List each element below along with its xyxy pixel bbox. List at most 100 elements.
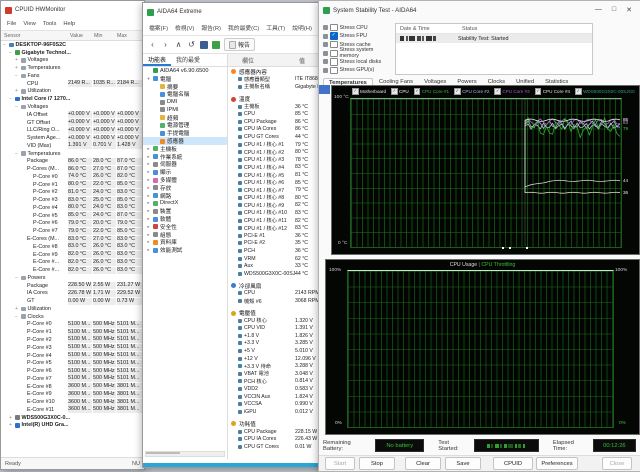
tree-item-devices[interactable]: ▸裝置 bbox=[143, 207, 227, 215]
menu-item[interactable]: 說明(H) bbox=[292, 23, 312, 32]
menu-item[interactable]: 我的最愛(C) bbox=[228, 23, 259, 32]
stress-option[interactable]: Stress system memory bbox=[323, 50, 393, 57]
sensor-row[interactable]: P-Core #35100 M...500 MHz5101 M... bbox=[1, 344, 144, 352]
tree-item-storage[interactable]: ▸存放 bbox=[143, 184, 227, 192]
col-date-time[interactable]: Date & Time bbox=[396, 26, 462, 32]
tree-node[interactable]: −Temperatures bbox=[1, 150, 144, 158]
sensor-row[interactable]: E-Core #...82.0 °C26.0 °C83.0 °C bbox=[1, 266, 144, 274]
tree-node[interactable]: −Gigabyte Technol... bbox=[1, 49, 144, 57]
tree-item-sensor[interactable]: 感應器 bbox=[143, 137, 227, 145]
col-sensor[interactable]: Sensor bbox=[1, 33, 70, 39]
tab-favorites[interactable]: 我的最愛 bbox=[171, 54, 205, 66]
clear-button[interactable]: Clear bbox=[405, 457, 441, 470]
tree-item-motherboard[interactable]: ▸主機板 bbox=[143, 145, 227, 153]
sensor-row[interactable]: E-Core #103600 M...500 MHz3801 M... bbox=[1, 398, 144, 406]
tree-item-operating-system[interactable]: ▸作業系統 bbox=[143, 153, 227, 161]
tree-item-directx[interactable]: ▸DirectX bbox=[143, 200, 227, 208]
stop-button[interactable]: Stop bbox=[359, 457, 395, 470]
col-min[interactable]: Min bbox=[94, 33, 117, 39]
sensor-row[interactable]: P-Core #074.0 °C26.0 °C82.0 °C bbox=[1, 173, 144, 181]
log-row[interactable]: Stability Test: Started bbox=[396, 34, 592, 43]
sensor-row[interactable]: P-Core #65100 M...500 MHz5101 M... bbox=[1, 367, 144, 375]
expand-icon[interactable]: − bbox=[14, 314, 19, 320]
col-max[interactable]: Max bbox=[117, 33, 144, 39]
sensor-row[interactable]: P-Core #45100 M...500 MHz5101 M... bbox=[1, 352, 144, 360]
sensor-row[interactable]: E-Core #83600 M...500 MHz3801 M... bbox=[1, 383, 144, 391]
chart-icon[interactable] bbox=[212, 41, 220, 49]
col-value[interactable]: Value bbox=[70, 33, 94, 39]
menu-item-tools[interactable]: Tools bbox=[43, 21, 57, 27]
up-icon[interactable]: ∧ bbox=[174, 40, 183, 49]
tree-item-network[interactable]: ▸網路 bbox=[143, 192, 227, 200]
tree-node[interactable]: −DESKTOP-96F0S2C bbox=[1, 41, 144, 49]
sensor-row[interactable]: P-Core #05100 M...500 MHz5101 M... bbox=[1, 321, 144, 329]
sensor-row[interactable]: P-Core #383.0 °C25.0 °C85.0 °C bbox=[1, 196, 144, 204]
menu-item[interactable]: 工具(T) bbox=[266, 23, 285, 32]
menu-item-file[interactable]: File bbox=[7, 21, 16, 27]
expand-icon[interactable]: − bbox=[8, 96, 13, 102]
sensor-row[interactable]: P-Core #55100 M...500 MHz5101 M... bbox=[1, 359, 144, 367]
sensor-row[interactable]: P-Core #480.0 °C24.0 °C83.0 °C bbox=[1, 204, 144, 212]
menu-item-help[interactable]: Help bbox=[63, 21, 75, 27]
sensor-row[interactable]: E-Core #93600 M...500 MHz3801 M... bbox=[1, 390, 144, 398]
menu-item[interactable]: 檔案(F) bbox=[149, 23, 168, 32]
field-column-header[interactable]: 欄位 bbox=[228, 56, 299, 65]
hwmonitor-titlebar[interactable]: CPUID HWMonitor bbox=[1, 1, 144, 19]
expand-icon[interactable]: + bbox=[8, 415, 13, 421]
tree-item-database[interactable]: ▸資料庫 bbox=[143, 239, 227, 247]
tree-node[interactable]: −Powers bbox=[1, 274, 144, 282]
save-button[interactable]: Save bbox=[445, 457, 481, 470]
back-icon[interactable]: ‹ bbox=[148, 40, 157, 49]
sensor-row[interactable]: LLC/Ring O...+0.000 V+0.000 V+0.000 V bbox=[1, 126, 144, 134]
checkbox-unchecked[interactable] bbox=[330, 41, 338, 49]
sensor-row[interactable]: Package228.50 W2.55 W231.27 W bbox=[1, 282, 144, 290]
tree-item-multimedia[interactable]: ▸多媒體 bbox=[143, 176, 227, 184]
sensor-row[interactable]: IA Offset+0.000 V+0.000 V+0.000 V bbox=[1, 111, 144, 119]
sensor-row[interactable]: E-Cores (M...83.0 °C27.0 °C83.0 °C bbox=[1, 235, 144, 243]
expand-icon[interactable]: − bbox=[2, 42, 7, 48]
expand-icon[interactable]: − bbox=[14, 275, 19, 281]
sensor-row[interactable]: System Age...+0.000 V+0.000 V+0.000 V bbox=[1, 134, 144, 142]
preferences-button[interactable]: Preferences bbox=[536, 457, 578, 470]
tree-item-aida-logo[interactable]: AIDA64 v6.90.6500 bbox=[143, 67, 227, 75]
tree-item-computer[interactable]: ▾電腦 bbox=[143, 75, 227, 83]
expand-icon[interactable]: − bbox=[8, 50, 13, 56]
stress-option[interactable]: Stress CPU bbox=[323, 24, 393, 31]
stress-option[interactable]: Stress local disks bbox=[323, 58, 393, 65]
minimize-button[interactable]: — bbox=[595, 6, 602, 14]
tree-item-benchmark[interactable]: ▸效能測試 bbox=[143, 246, 227, 254]
expand-icon[interactable]: + bbox=[14, 306, 19, 312]
close-button[interactable]: ✕ bbox=[626, 6, 632, 14]
expand-icon[interactable]: + bbox=[14, 65, 19, 71]
tree-item-power-management[interactable]: 電源管理 bbox=[143, 122, 227, 130]
expand-icon[interactable]: − bbox=[14, 104, 19, 110]
tree-item-config[interactable]: ▸組態 bbox=[143, 231, 227, 239]
sensor-row[interactable]: P-Cores (M...86.0 °C27.0 °C87.0 °C bbox=[1, 165, 144, 173]
tree-node[interactable]: +Utilization bbox=[1, 305, 144, 313]
sensor-row[interactable]: P-Core #75100 M...500 MHz5101 M... bbox=[1, 375, 144, 383]
refresh-icon[interactable]: ↺ bbox=[187, 40, 196, 49]
tree-item-display[interactable]: ▸顯示 bbox=[143, 168, 227, 176]
tree-node[interactable]: +Temperatures bbox=[1, 64, 144, 72]
checkbox-checked[interactable]: ✓ bbox=[330, 32, 338, 40]
tree-item-server[interactable]: ▸伺服器 bbox=[143, 161, 227, 169]
maximize-button[interactable]: □ bbox=[612, 6, 616, 14]
tree-node[interactable]: −Voltages bbox=[1, 103, 144, 111]
sensor-row[interactable]: P-Core #15100 M...500 MHz5101 M... bbox=[1, 328, 144, 336]
expand-icon[interactable]: + bbox=[14, 57, 19, 63]
tree-item-software[interactable]: ▸軟體 bbox=[143, 215, 227, 223]
sensor-row[interactable]: IA Cores226.78 W1.71 W229.52 W bbox=[1, 290, 144, 298]
tab-menu[interactable]: 功能表 bbox=[143, 54, 171, 66]
checkbox-unchecked[interactable] bbox=[330, 24, 338, 32]
menu-item[interactable]: 檢視(V) bbox=[175, 23, 194, 32]
aida64-titlebar[interactable]: AIDA64 Extreme bbox=[143, 3, 343, 21]
tree-item-computer-name[interactable]: 電腦名稱 bbox=[143, 90, 227, 98]
checkbox-unchecked[interactable] bbox=[330, 50, 338, 58]
sensor-row[interactable]: P-Core #25100 M...500 MHz5101 M... bbox=[1, 336, 144, 344]
tree-item-portable-computer[interactable]: 手提電腦 bbox=[143, 129, 227, 137]
tree-horizontal-scrollbar[interactable] bbox=[145, 451, 225, 457]
stress-option[interactable]: Stress GPU(s) bbox=[323, 67, 393, 74]
devices-icon[interactable] bbox=[200, 41, 208, 49]
tree-node[interactable]: +Voltages bbox=[1, 57, 144, 65]
tree-item-ipmi[interactable]: IPMI bbox=[143, 106, 227, 114]
